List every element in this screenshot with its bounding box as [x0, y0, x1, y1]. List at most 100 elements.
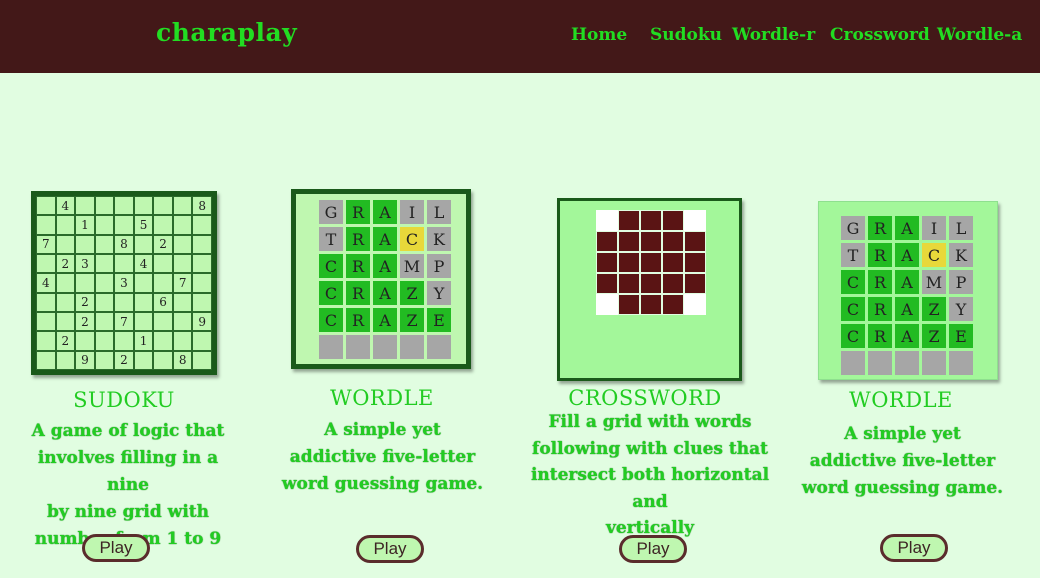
sudoku-cell — [133, 312, 154, 332]
sudoku-cell: 4 — [133, 254, 154, 274]
crossword-block-cell — [640, 294, 662, 315]
crossword-block-cell — [684, 273, 706, 294]
wordle-tile: P — [427, 254, 451, 278]
sudoku-cell: 7 — [114, 312, 134, 332]
wordle-tile: R — [868, 297, 892, 321]
wordle-desc-line: word guessing game. — [801, 478, 1004, 498]
crossword-block-cell — [618, 294, 640, 315]
crossword-play-button[interactable]: Play — [619, 535, 687, 563]
wordle-tile: A — [895, 324, 919, 348]
sudoku-cell — [153, 273, 173, 293]
crossword-block-cell — [596, 231, 618, 252]
sudoku-desc-line: A game of logic that — [31, 421, 225, 441]
nav-home-link[interactable]: Home — [571, 25, 627, 45]
wordle-play-button[interactable]: Play — [356, 535, 424, 563]
sudoku-cell — [94, 350, 115, 370]
wordle-tile: R — [346, 308, 370, 332]
crossword-block-cell — [618, 231, 640, 252]
wordle-tile — [319, 335, 343, 359]
wordle-tile: C — [922, 243, 946, 267]
sudoku-cell: 9 — [192, 312, 212, 332]
sudoku-cell — [133, 234, 154, 254]
wordle-play-button[interactable]: Play — [880, 534, 948, 562]
crossword-block-cell — [662, 231, 684, 252]
sudoku-cell — [94, 331, 115, 351]
sudoku-cell: 1 — [75, 215, 95, 235]
sudoku-cell — [94, 196, 115, 216]
wordle-tile: R — [868, 270, 892, 294]
wordle-tile: R — [868, 243, 892, 267]
wordle-tile: G — [841, 216, 865, 240]
sudoku-cell — [36, 312, 56, 332]
sudoku-cell: 8 — [172, 350, 193, 370]
sudoku-board-image: 48157822344372627921928 — [31, 191, 217, 375]
wordle-tile: R — [346, 200, 370, 224]
sudoku-cell — [114, 292, 134, 312]
sudoku-cell — [55, 215, 76, 235]
crossword-board-image — [557, 198, 742, 381]
wordle-tile: R — [346, 227, 370, 251]
sudoku-cell: 4 — [55, 196, 76, 216]
wordle-tile — [949, 351, 973, 375]
sudoku-cell: 2 — [55, 254, 76, 274]
wordle-tile: T — [841, 243, 865, 267]
sudoku-cell — [172, 215, 193, 235]
sudoku-cell — [172, 254, 193, 274]
wordle-tile: A — [373, 308, 397, 332]
wordle-board-image: GRAILTRACKCRAMPCRAZYCRAZE — [818, 201, 998, 380]
wordle-tile: L — [949, 216, 973, 240]
sudoku-cell — [172, 331, 193, 351]
sudoku-cell: 2 — [114, 350, 134, 370]
wordle-tile: P — [949, 270, 973, 294]
sudoku-cell — [153, 196, 173, 216]
wordle-tile: A — [373, 254, 397, 278]
wordle-tile: C — [319, 254, 343, 278]
sudoku-cell: 2 — [55, 331, 76, 351]
sudoku-cell — [153, 350, 173, 370]
top-navbar: charaplay Home Sudoku Wordle-r Crossword… — [0, 0, 1040, 73]
sudoku-desc-line: by nine grid with — [46, 502, 209, 522]
wordle-tile: C — [319, 281, 343, 305]
sudoku-cell — [192, 292, 212, 312]
sudoku-cell — [94, 254, 115, 274]
crossword-block-cell — [640, 252, 662, 273]
sudoku-title: SUDOKU — [73, 388, 175, 412]
wordle-tile: L — [427, 200, 451, 224]
nav-sudoku-link[interactable]: Sudoku — [650, 25, 722, 45]
sudoku-cell: 7 — [36, 234, 56, 254]
sudoku-cell: 1 — [133, 331, 154, 351]
sudoku-cell — [94, 292, 115, 312]
wordle-tile: R — [868, 216, 892, 240]
sudoku-cell — [75, 331, 95, 351]
crossword-blank-cell — [684, 210, 706, 231]
crossword-desc-line: following with clues that — [532, 438, 768, 459]
wordle-tile: E — [949, 324, 973, 348]
crossword-block-cell — [662, 210, 684, 231]
wordle-desc-line: addictive five-letter — [809, 451, 996, 471]
sudoku-cell — [36, 350, 56, 370]
sudoku-cell: 6 — [153, 292, 173, 312]
sudoku-desc-line: involves filling in a nine — [37, 448, 219, 495]
wordle-tile: I — [400, 200, 424, 224]
crossword-block-cell — [596, 273, 618, 294]
sudoku-cell — [153, 254, 173, 274]
nav-crossword-link[interactable]: Crossword — [830, 25, 930, 45]
sudoku-cell — [55, 312, 76, 332]
sudoku-cell: 3 — [75, 254, 95, 274]
sudoku-cell: 3 — [114, 273, 134, 293]
sudoku-cell — [153, 331, 173, 351]
sudoku-cell — [36, 215, 56, 235]
wordle-title: WORDLE — [849, 388, 953, 412]
sudoku-cell — [36, 254, 56, 274]
sudoku-description: A game of logic that involves filling in… — [14, 418, 242, 553]
sudoku-play-button[interactable]: Play — [82, 534, 150, 562]
wordle-tile: C — [841, 324, 865, 348]
sudoku-cell: 7 — [172, 273, 193, 293]
crossword-block-cell — [640, 210, 662, 231]
sudoku-cell — [94, 312, 115, 332]
sudoku-cell — [172, 292, 193, 312]
nav-wordle-a-link[interactable]: Wordle-a — [937, 25, 1022, 45]
wordle-tile — [922, 351, 946, 375]
wordle-tile: K — [949, 243, 973, 267]
nav-wordle-r-link[interactable]: Wordle-r — [732, 25, 815, 45]
